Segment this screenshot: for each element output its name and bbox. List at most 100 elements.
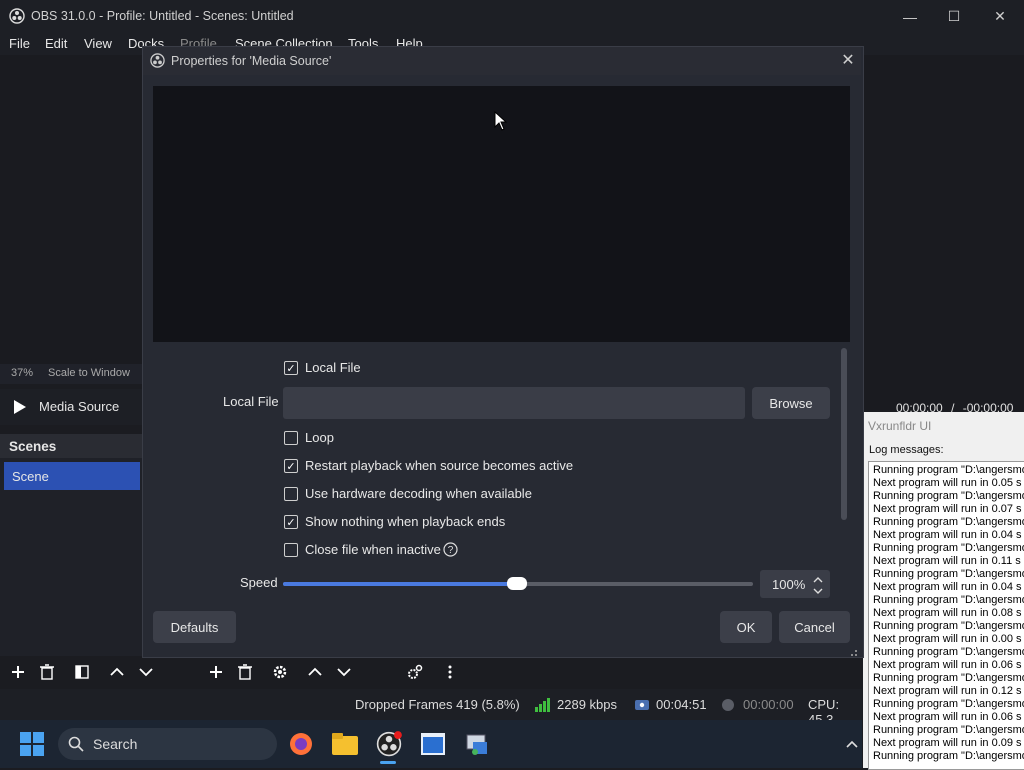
audio-settings-button[interactable]: [403, 660, 427, 684]
add-source-button[interactable]: [204, 660, 228, 684]
log-line: Running program "D:\angersmo: [873, 594, 1024, 606]
mouse-cursor-icon: [494, 110, 508, 131]
firefox-icon[interactable]: [285, 728, 317, 760]
menu-view[interactable]: View: [84, 36, 112, 51]
obs-taskbar-icon[interactable]: [373, 728, 405, 760]
remove-source-button[interactable]: [233, 660, 257, 684]
local-file-input[interactable]: [283, 387, 745, 419]
check-icon: ✓: [286, 362, 296, 375]
local-file-checkbox[interactable]: ✓: [284, 361, 298, 375]
loop-label: Loop: [305, 430, 334, 445]
log-line: Next program will run in 0.06 s: [873, 711, 1022, 723]
dialog-close-icon[interactable]: ✕: [838, 50, 858, 70]
add-scene-button[interactable]: [6, 660, 30, 684]
show-nothing-label: Show nothing when playback ends: [305, 514, 506, 529]
zoom-mode[interactable]: Scale to Window: [48, 367, 130, 379]
chevron-up-icon[interactable]: [812, 572, 824, 583]
program-preview: [0, 55, 142, 365]
log-line: Next program will run in 0.04 s: [873, 529, 1022, 541]
zoom-bar: 37% Scale to Window: [0, 364, 142, 384]
log-messages-label: Log messages:: [869, 444, 944, 456]
play-icon[interactable]: [12, 399, 28, 415]
bitrate: 2289 kbps: [557, 697, 617, 712]
record-icon: [721, 698, 735, 712]
vxrunfldr-title: Vxrunfldr UI: [868, 419, 932, 433]
scene-list-item[interactable]: Scene: [4, 462, 140, 490]
speed-value: 100%: [772, 577, 806, 592]
start-button-icon[interactable]: [20, 732, 44, 756]
taskbar-search[interactable]: Search: [58, 728, 277, 760]
local-file-checkbox-label: Local File: [305, 360, 361, 375]
dialog-title: Properties for 'Media Source': [171, 54, 332, 68]
log-line: Running program "D:\angersmo: [873, 490, 1024, 502]
window-app-icon[interactable]: [417, 728, 449, 760]
log-line: Running program "D:\angersmo: [873, 646, 1024, 658]
log-line: Next program will run in 0.07 s: [873, 503, 1022, 515]
properties-scrollbar[interactable]: [841, 348, 847, 520]
speed-slider-handle[interactable]: [507, 577, 527, 590]
search-icon: [68, 736, 84, 752]
log-line: Next program will run in 0.04 s: [873, 581, 1022, 593]
close-button[interactable]: ✕: [977, 0, 1023, 33]
log-line: Running program "D:\angersmo: [873, 672, 1024, 684]
window-title: OBS 31.0.0 - Profile: Untitled - Scenes:…: [31, 9, 294, 23]
tray-chevron-up-icon[interactable]: [844, 736, 860, 752]
scenes-header: Scenes: [0, 434, 142, 458]
move-source-down-button[interactable]: [332, 660, 356, 684]
log-line: Next program will run in 0.08 s: [873, 607, 1022, 619]
log-line: Running program "D:\angersmo: [873, 568, 1024, 580]
loop-checkbox[interactable]: [284, 431, 298, 445]
restart-playback-checkbox[interactable]: ✓: [284, 459, 298, 473]
local-file-label: Local File: [223, 394, 279, 409]
restart-playback-label: Restart playback when source becomes act…: [305, 458, 574, 473]
status-bar: Dropped Frames 419 (5.8%) 2289 kbps 00:0…: [0, 689, 862, 727]
vxrunfldr-app-icon[interactable]: [461, 728, 493, 760]
svg-text:?: ?: [448, 545, 454, 556]
log-line: Next program will run in 0.00 s: [873, 633, 1022, 645]
remove-scene-button[interactable]: [35, 660, 59, 684]
log-line: Running program "D:\angersmo: [873, 464, 1024, 476]
menu-edit[interactable]: Edit: [45, 36, 67, 51]
minimize-button[interactable]: —: [887, 0, 933, 33]
speed-spinbox[interactable]: 100%: [760, 570, 830, 598]
move-source-up-button[interactable]: [303, 660, 327, 684]
speed-slider-fill: [283, 582, 517, 586]
hardware-decoding-label: Use hardware decoding when available: [305, 486, 532, 501]
chevron-down-icon[interactable]: [812, 585, 824, 595]
log-line: Running program "D:\angersmo: [873, 620, 1024, 632]
cancel-button[interactable]: Cancel: [779, 611, 850, 643]
maximize-button[interactable]: ☐: [931, 0, 977, 33]
speed-label: Speed: [240, 575, 278, 590]
check-icon: ✓: [286, 460, 296, 473]
log-messages-list[interactable]: Running program "D:\angersmo Next program…: [868, 461, 1024, 770]
move-scene-down-button[interactable]: [134, 660, 158, 684]
source-name: Media Source: [39, 399, 120, 414]
log-line: Next program will run in 0.06 s: [873, 659, 1022, 671]
log-line: Next program will run in 0.11 s: [873, 555, 1021, 567]
browse-button[interactable]: Browse: [752, 387, 830, 419]
stream-time: 00:04:51: [656, 697, 707, 712]
ok-button[interactable]: OK: [720, 611, 772, 643]
scene-item-label: Scene: [12, 469, 49, 484]
dropped-frames: Dropped Frames 419 (5.8%): [355, 697, 520, 712]
active-app-indicator: [380, 761, 396, 764]
log-line: Running program "D:\angersmo: [873, 542, 1024, 554]
file-explorer-icon[interactable]: [329, 728, 361, 760]
stream-icon: [634, 698, 650, 712]
close-when-inactive-checkbox[interactable]: [284, 543, 298, 557]
move-scene-up-button[interactable]: [105, 660, 129, 684]
resize-grip-icon[interactable]: [848, 645, 858, 656]
help-icon[interactable]: ?: [443, 542, 458, 557]
log-line: Running program "D:\angersmo: [873, 750, 1024, 762]
record-time: 00:00:00: [743, 697, 794, 712]
hardware-decoding-checkbox[interactable]: [284, 487, 298, 501]
dialog-obs-icon: [150, 53, 165, 68]
zoom-level[interactable]: 37%: [11, 367, 33, 379]
menu-file[interactable]: File: [9, 36, 30, 51]
show-nothing-checkbox[interactable]: ✓: [284, 515, 298, 529]
more-options-icon[interactable]: [438, 660, 462, 684]
defaults-button[interactable]: Defaults: [153, 611, 236, 643]
source-settings-button[interactable]: [268, 660, 292, 684]
search-placeholder: Search: [93, 736, 138, 752]
scene-filters-button[interactable]: [70, 660, 94, 684]
